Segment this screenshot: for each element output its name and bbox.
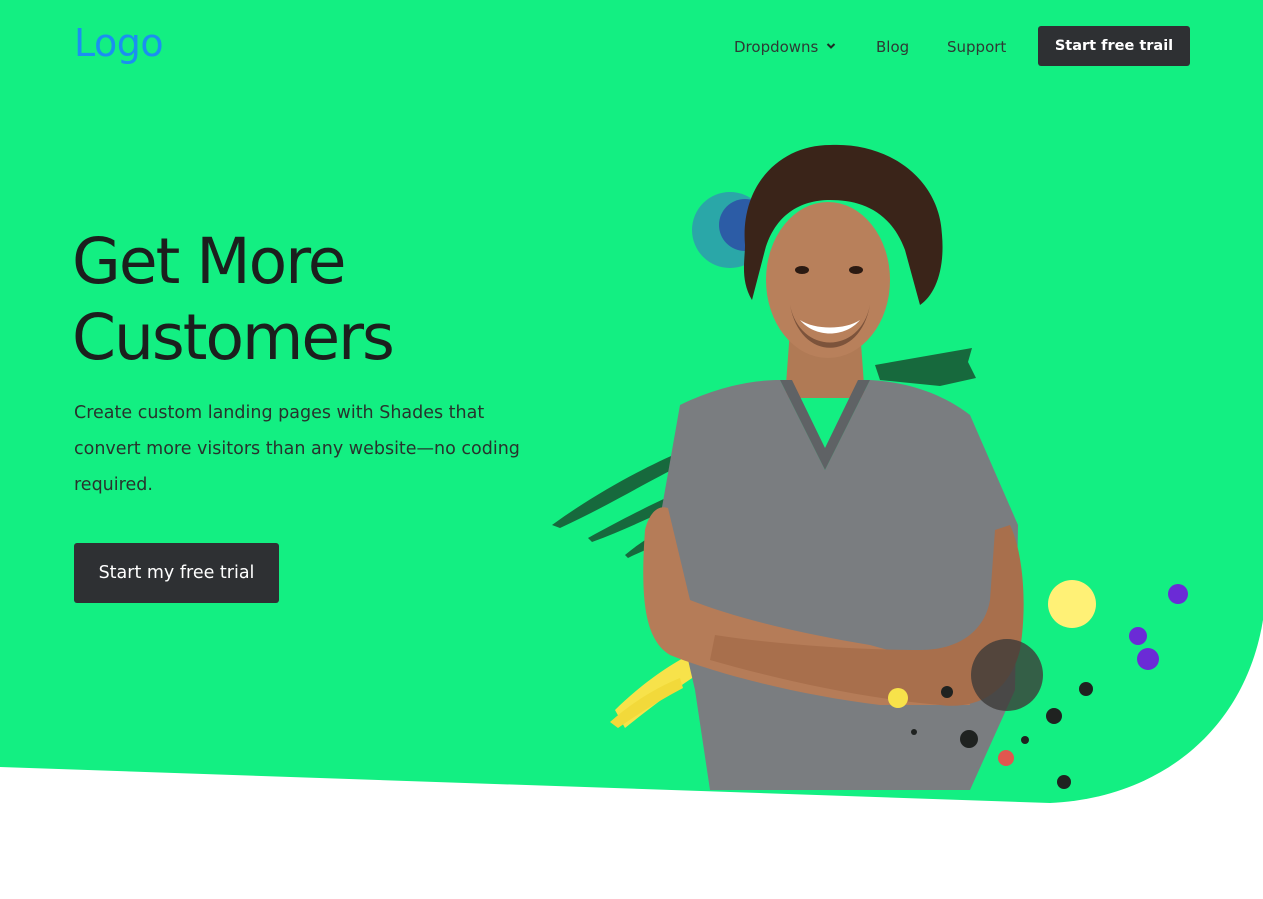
hero-title: Get More Customers (72, 224, 532, 376)
landing-page: Logo Dropdowns Blog Support Start free t… (0, 0, 1263, 899)
hero-title-line-1: Get More (72, 225, 346, 298)
start-free-trial-nav-button[interactable]: Start free trail (1038, 26, 1190, 66)
hero-title-line-2: Customers (72, 301, 395, 374)
nav-dropdowns[interactable]: Dropdowns (734, 37, 818, 57)
top-navbar: Logo Dropdowns Blog Support Start free t… (0, 0, 1263, 92)
nav-blog[interactable]: Blog (876, 37, 909, 57)
logo[interactable]: Logo (74, 20, 164, 66)
chevron-down-icon[interactable] (826, 41, 836, 51)
start-my-free-trial-button[interactable]: Start my free trial (74, 543, 279, 603)
hero-subtitle: Create custom landing pages with Shades … (74, 403, 520, 495)
nav-support[interactable]: Support (947, 37, 1006, 57)
hero-person-image (552, 144, 1188, 790)
